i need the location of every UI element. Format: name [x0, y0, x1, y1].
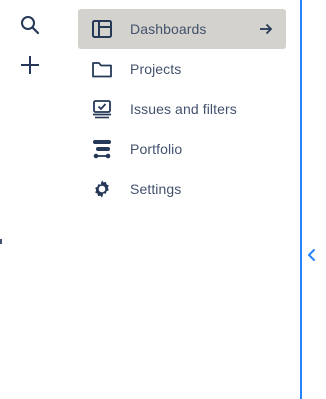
menu-item-settings[interactable]: Settings — [78, 169, 286, 209]
issues-icon — [90, 97, 114, 121]
folder-icon — [90, 57, 114, 81]
menu-item-issues-and-filters[interactable]: Issues and filters — [78, 89, 286, 129]
gear-icon — [90, 177, 114, 201]
sidebar-resize-handle[interactable] — [300, 0, 302, 399]
portfolio-icon — [90, 137, 114, 161]
search-icon — [21, 16, 40, 35]
dashboard-icon — [90, 17, 114, 41]
collapse-sidebar-button[interactable] — [305, 246, 319, 264]
app-navigation: Dashboards Projects Issues and filters P… — [0, 0, 326, 399]
menu-item-label: Dashboards — [130, 21, 207, 37]
arrow-right-icon — [260, 23, 273, 35]
search-button[interactable] — [14, 9, 46, 41]
menu-item-portfolio[interactable]: Portfolio — [78, 129, 286, 169]
plus-icon — [21, 56, 39, 74]
create-button[interactable] — [14, 49, 46, 81]
menu-item-label: Portfolio — [130, 141, 183, 157]
chevron-left-icon — [308, 249, 315, 261]
rail-edge-mark — [0, 239, 2, 244]
menu-item-label: Issues and filters — [130, 101, 237, 117]
nav-menu: Dashboards Projects Issues and filters P… — [78, 9, 286, 209]
menu-item-label: Settings — [130, 181, 182, 197]
menu-item-dashboards[interactable]: Dashboards — [78, 9, 286, 49]
menu-item-label: Projects — [130, 61, 182, 77]
menu-item-projects[interactable]: Projects — [78, 49, 286, 89]
